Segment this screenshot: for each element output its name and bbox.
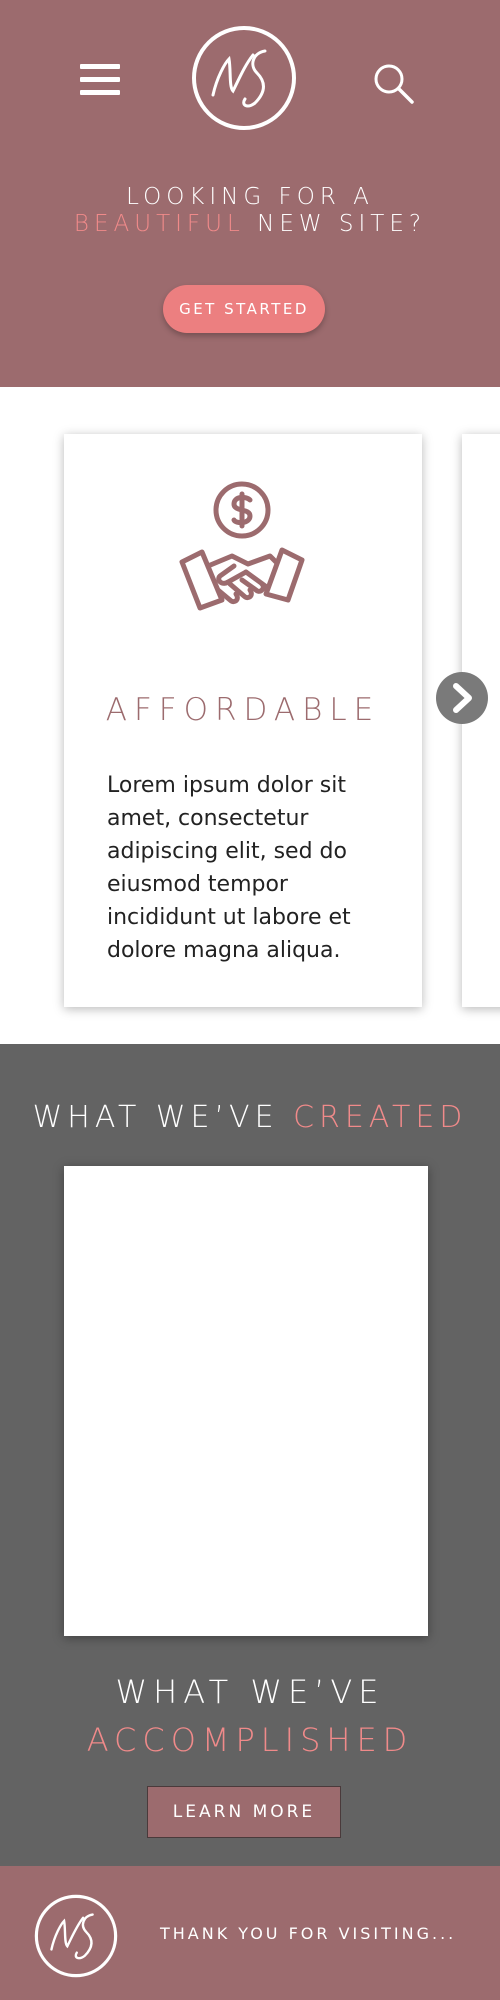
search-icon[interactable] [372,62,416,106]
accomplished-heading-accent: ACCOMPLISHED [86,1721,414,1759]
footer: THANK YOU FOR VISITING... [0,1866,500,2000]
tagline-line-1: LOOKING FOR A [126,184,374,210]
footer-logo[interactable] [34,1894,118,1978]
ns-monogram-icon [34,1894,118,1978]
created-heading-accent: CREATED [293,1100,468,1135]
chevron-right-icon [453,683,472,713]
carousel-next-button[interactable] [436,672,488,724]
features-carousel: AFFORDABLE Lorem ipsum dolor sit amet, c… [0,387,500,1044]
created-heading-text: WHAT WE’VE [32,1100,294,1135]
handshake-dollar-icon [172,480,312,620]
feature-description: Lorem ipsum dolor sit amet, consectetur … [107,773,351,963]
feature-title: AFFORDABLE [105,692,381,728]
tagline-line-2: NEW SITE? [244,211,427,237]
learn-more-button[interactable]: LEARN MORE [147,1786,341,1838]
feature-card: AFFORDABLE Lorem ipsum dolor sit amet, c… [64,434,422,1007]
get-started-button[interactable]: GET STARTED [163,285,325,333]
hamburger-menu-icon[interactable] [80,64,120,96]
accomplished-heading: WHAT WE’VE ACCOMPLISHED [0,1668,500,1764]
created-heading: WHAT WE’VE CREATED [0,1100,500,1135]
hero-section: LOOKING FOR A BEAUTIFUL NEW SITE? GET ST… [0,0,500,387]
portfolio-gallery-frame[interactable] [64,1166,428,1636]
hero-tagline: LOOKING FOR A BEAUTIFUL NEW SITE? [0,184,500,238]
accomplished-heading-text: WHAT WE’VE [115,1673,385,1711]
tagline-accent: BEAUTIFUL [73,211,245,237]
logo[interactable] [191,25,297,131]
footer-message: THANK YOU FOR VISITING... [160,1924,457,1943]
ns-monogram-icon [192,26,296,130]
portfolio-section: WHAT WE’VE CREATED WHAT WE’VE ACCOMPLISH… [0,1044,500,1866]
